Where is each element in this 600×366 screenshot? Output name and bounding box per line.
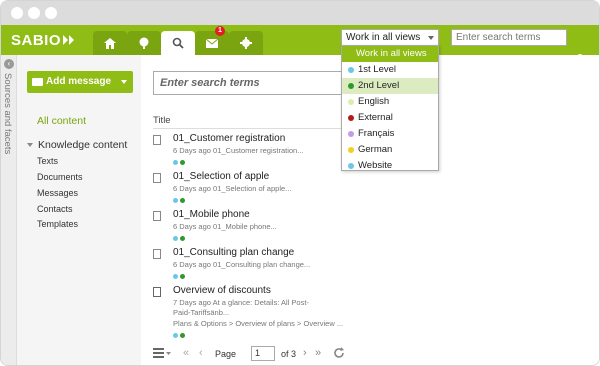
view-option-2nd-level[interactable]: 2nd Level (342, 78, 438, 94)
add-message-label: Add message (46, 76, 112, 87)
refresh-icon[interactable] (333, 347, 345, 359)
page-label: Page (215, 349, 237, 359)
view-option-label: External (358, 112, 393, 123)
document-icon (153, 135, 161, 145)
notification-badge: 1 (215, 26, 225, 36)
view-option-label: 2nd Level (358, 80, 400, 91)
tab-tree[interactable] (127, 31, 161, 55)
tab-home[interactable] (93, 31, 127, 55)
views-dropdown-menu: Work in all views 1st Level 2nd Level En… (341, 45, 439, 171)
tab-search[interactable] (161, 31, 195, 55)
view-option-label: Website (358, 160, 393, 171)
window-titlebar (1, 1, 599, 25)
view-option-german[interactable]: German (342, 142, 438, 158)
view-option-english[interactable]: English (342, 94, 438, 110)
text-document-icon (153, 287, 161, 297)
sidebar: Add message All content Knowledge conten… (17, 55, 141, 365)
content-search-input[interactable]: Enter search terms (153, 71, 343, 95)
app-window: SABIO 1 Work in all views Enter search t… (0, 0, 600, 366)
home-icon (104, 37, 116, 49)
view-dots (173, 233, 187, 244)
next-page-icon[interactable]: › (303, 347, 307, 359)
search-icon (172, 37, 184, 49)
view-dots (173, 195, 187, 206)
document-icon (153, 249, 161, 259)
sidebar-item-knowledge-content[interactable]: Knowledge content (27, 139, 127, 151)
logo-arrows-icon (63, 35, 74, 45)
envelope-icon (32, 78, 43, 86)
window-minimize-dot[interactable] (28, 7, 40, 19)
window-maximize-dot[interactable] (45, 7, 57, 19)
results-panel: Enter search terms Title 01_Customer reg… (141, 55, 357, 365)
list-item-meta: 7 Days ago At a glance: Details: All Pos… (173, 298, 309, 307)
list-item-title: 01_Selection of apple (173, 171, 270, 182)
pagination: « ‹ Page 1 of 3 › » (153, 345, 349, 365)
list-item-title: 01_Consulting plan change (173, 247, 295, 258)
list-item-meta: 6 Days ago 01_Selection of apple... (173, 184, 292, 193)
tree-icon (139, 37, 149, 49)
gear-icon (240, 37, 252, 49)
sidebar-item-templates[interactable]: Templates (37, 219, 78, 229)
view-option-label: German (358, 144, 393, 155)
view-option-website[interactable]: Website (342, 158, 438, 174)
view-option-external[interactable]: External (342, 110, 438, 126)
list-item-breadcrumb: Plans & Options > Overview of plans > Ov… (173, 319, 344, 328)
sidebar-item-contacts[interactable]: Contacts (37, 204, 73, 214)
list-item-meta: 6 Days ago 01_Consulting plan change... (173, 260, 311, 269)
tab-messages[interactable]: 1 (195, 26, 229, 55)
sidebar-item-documents[interactable]: Documents (37, 172, 83, 182)
menu-icon[interactable] (153, 348, 171, 358)
view-dots (173, 157, 187, 168)
envelope-icon (206, 38, 218, 48)
previous-page-icon[interactable]: ‹ (199, 347, 203, 359)
sources-facets-label: Sources and facets (2, 73, 13, 155)
caret-down-icon (27, 143, 33, 148)
list-item-meta: 6 Days ago 01_Customer registration... (173, 146, 304, 155)
last-page-icon[interactable]: » (315, 347, 321, 359)
chevron-down-icon (428, 36, 434, 40)
list-item-meta-continued: Paid-Tariffsänb... (173, 308, 230, 317)
sources-facets-panel[interactable]: ‹ Sources and facets (1, 55, 17, 365)
add-message-button[interactable]: Add message (27, 71, 133, 93)
chevron-left-icon[interactable]: ‹ (4, 59, 14, 69)
tab-settings[interactable] (229, 31, 263, 55)
column-header-title[interactable]: Title (153, 115, 171, 126)
document-icon (153, 211, 161, 221)
sidebar-item-texts[interactable]: Texts (37, 156, 58, 166)
page-count: of 3 (281, 349, 297, 359)
list-item-title: 01_Customer registration (173, 133, 286, 144)
view-option-label: Français (358, 128, 395, 139)
header-search-input[interactable]: Enter search terms (451, 29, 567, 46)
sidebar-item-messages[interactable]: Messages (37, 188, 78, 198)
chevron-down-icon[interactable] (121, 80, 127, 84)
list-item-title: 01_Mobile phone (173, 209, 250, 220)
first-page-icon[interactable]: « (183, 347, 189, 359)
view-dots (173, 330, 187, 341)
list-item-meta: 6 Days ago 01_Mobile phone... (173, 222, 277, 231)
view-dots (173, 271, 187, 282)
knowledge-content-label: Knowledge content (38, 139, 128, 151)
views-select[interactable]: Work in all views (341, 29, 439, 46)
header-divider (153, 128, 343, 129)
sabio-logo: SABIO (11, 32, 62, 49)
view-option-label: English (358, 96, 390, 107)
document-icon (153, 173, 161, 183)
window-close-dot[interactable] (11, 7, 23, 19)
views-select-value: Work in all views (346, 32, 421, 43)
list-item-title: Overview of discounts (173, 285, 271, 296)
view-option-label: 1st Level (358, 64, 397, 75)
view-option-all[interactable]: Work in all views (342, 46, 438, 62)
view-option-francais[interactable]: Français (342, 126, 438, 142)
view-option-1st-level[interactable]: 1st Level (342, 62, 438, 78)
page-number-input[interactable]: 1 (251, 346, 275, 361)
sidebar-item-all-content[interactable]: All content (37, 115, 86, 127)
